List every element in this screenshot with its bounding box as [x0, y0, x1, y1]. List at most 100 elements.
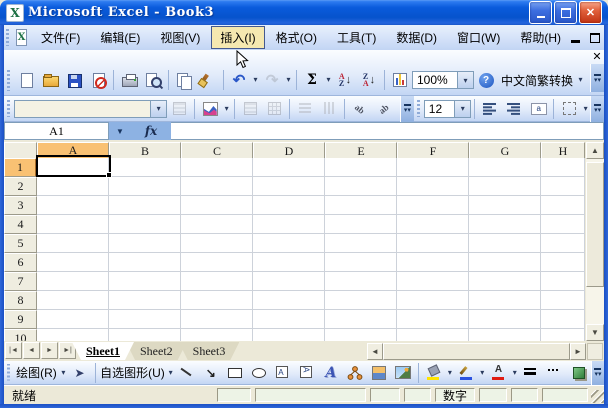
horizontal-scroll-thumb[interactable]	[383, 343, 570, 360]
chart-toolbar-grip[interactable]	[6, 100, 11, 118]
diagram-button[interactable]	[344, 362, 366, 384]
chart-objects-dropdown-arrow[interactable]: ▾	[150, 101, 166, 117]
copy-button[interactable]	[173, 69, 195, 91]
drawing-toolbar-options-chevron[interactable]: ▾▾	[591, 361, 604, 385]
row-header-10[interactable]: 10	[4, 329, 37, 341]
angle-counterclockwise-button[interactable]: ab	[373, 98, 395, 120]
cell-B3[interactable]	[109, 196, 181, 215]
row-header-6[interactable]: 6	[4, 253, 37, 272]
cell-E6[interactable]	[325, 253, 397, 272]
rectangle-button[interactable]	[224, 362, 246, 384]
cell-F5[interactable]	[397, 234, 469, 253]
previous-sheet-button[interactable]: ◄	[23, 342, 40, 359]
zoom-dropdown-arrow[interactable]: ▾	[457, 72, 473, 88]
vertical-scrollbar[interactable]: ▲ ▼	[586, 142, 604, 341]
resize-grip[interactable]	[591, 390, 604, 403]
permission-button[interactable]	[87, 69, 109, 91]
fill-color-dropdown[interactable]: ▾	[446, 362, 454, 384]
align-right-button[interactable]	[503, 98, 525, 120]
cell-D10[interactable]	[253, 329, 325, 341]
cell-C5[interactable]	[181, 234, 253, 253]
cell-A6[interactable]	[37, 253, 109, 272]
cell-G8[interactable]	[469, 291, 541, 310]
data-table-button[interactable]	[263, 98, 285, 120]
cell-C10[interactable]	[181, 329, 253, 341]
cell-C8[interactable]	[181, 291, 253, 310]
autoshapes-dropdown[interactable]: ▾	[166, 362, 174, 384]
oval-button[interactable]	[248, 362, 270, 384]
menu-item-1[interactable]: 文件(F)	[32, 26, 89, 49]
chart-type-dropdown[interactable]: ▾	[222, 98, 231, 120]
cell-D4[interactable]	[253, 215, 325, 234]
horizontal-scrollbar[interactable]: ◄ ►	[367, 343, 586, 360]
save-button[interactable]	[63, 69, 85, 91]
autoshapes-button[interactable]: 自选图形(U)	[100, 362, 166, 384]
draw-menu-button[interactable]: 绘图(R)	[15, 362, 59, 384]
cell-G7[interactable]	[469, 272, 541, 291]
cell-D6[interactable]	[253, 253, 325, 272]
menu-item-5[interactable]: 格式(O)	[267, 26, 326, 49]
cell-H2[interactable]	[541, 177, 585, 196]
cell-G4[interactable]	[469, 215, 541, 234]
chart-toolbar-options-chevron[interactable]: ▾▾	[400, 96, 414, 122]
cell-F9[interactable]	[397, 310, 469, 329]
cell-D5[interactable]	[253, 234, 325, 253]
open-button[interactable]	[39, 69, 61, 91]
title-bar[interactable]: X Microsoft Excel - Book3 ✕	[0, 0, 608, 25]
row-header-1[interactable]: 1	[4, 158, 37, 177]
workbook-icon[interactable]: X	[16, 29, 27, 46]
cell-D1[interactable]	[253, 158, 325, 177]
menu-item-2[interactable]: 编辑(E)	[91, 26, 149, 49]
align-left-button[interactable]	[479, 98, 501, 120]
chart-objects-combo[interactable]: ▾	[14, 100, 167, 118]
cell-A9[interactable]	[37, 310, 109, 329]
row-header-7[interactable]: 7	[4, 272, 37, 291]
cell-H4[interactable]	[541, 215, 585, 234]
chart-wizard-button[interactable]	[389, 69, 411, 91]
redo-dropdown[interactable]: ▾	[284, 69, 293, 91]
cell-B4[interactable]	[109, 215, 181, 234]
menu-item-8[interactable]: 窗口(W)	[448, 26, 509, 49]
fill-color-button[interactable]	[423, 362, 445, 384]
cell-G10[interactable]	[469, 329, 541, 341]
redo-button[interactable]: ↷	[261, 69, 283, 91]
cell-F2[interactable]	[397, 177, 469, 196]
cell-F3[interactable]	[397, 196, 469, 215]
cell-E5[interactable]	[325, 234, 397, 253]
cell-C9[interactable]	[181, 310, 253, 329]
cell-H10[interactable]	[541, 329, 585, 341]
format-selected-object-button[interactable]	[168, 98, 190, 120]
scroll-right-button[interactable]: ►	[570, 343, 586, 360]
workbook-restore-button[interactable]	[590, 33, 600, 43]
row-header-4[interactable]: 4	[4, 215, 37, 234]
workbook-close-button[interactable]: ✕	[592, 50, 601, 64]
cell-D3[interactable]	[253, 196, 325, 215]
menu-item-3[interactable]: 视图(V)	[151, 26, 209, 49]
cell-E2[interactable]	[325, 177, 397, 196]
line-color-dropdown[interactable]: ▾	[478, 362, 486, 384]
font-size-combo[interactable]: 12 ▾	[424, 100, 471, 118]
borders-dropdown[interactable]: ▾	[581, 98, 590, 120]
cell-F4[interactable]	[397, 215, 469, 234]
name-box-dropdown[interactable]: ▼	[109, 122, 131, 140]
cell-G6[interactable]	[469, 253, 541, 272]
minimize-button[interactable]	[529, 1, 552, 24]
autosum-dropdown[interactable]: ▾	[324, 69, 333, 91]
name-box[interactable]: A1	[4, 122, 109, 140]
row-header-5[interactable]: 5	[4, 234, 37, 253]
standard-toolbar-grip[interactable]	[6, 70, 11, 91]
cell-H7[interactable]	[541, 272, 585, 291]
cell-E9[interactable]	[325, 310, 397, 329]
borders-button[interactable]	[558, 98, 580, 120]
cell-E10[interactable]	[325, 329, 397, 341]
next-sheet-button[interactable]: ►	[41, 342, 58, 359]
by-column-button[interactable]	[318, 98, 340, 120]
cell-G5[interactable]	[469, 234, 541, 253]
cell-G2[interactable]	[469, 177, 541, 196]
formatting-toolbar-grip[interactable]	[416, 100, 421, 118]
cell-D7[interactable]	[253, 272, 325, 291]
cell-C6[interactable]	[181, 253, 253, 272]
font-color-dropdown[interactable]: ▾	[511, 362, 519, 384]
clip-art-button[interactable]	[368, 362, 390, 384]
cell-F8[interactable]	[397, 291, 469, 310]
